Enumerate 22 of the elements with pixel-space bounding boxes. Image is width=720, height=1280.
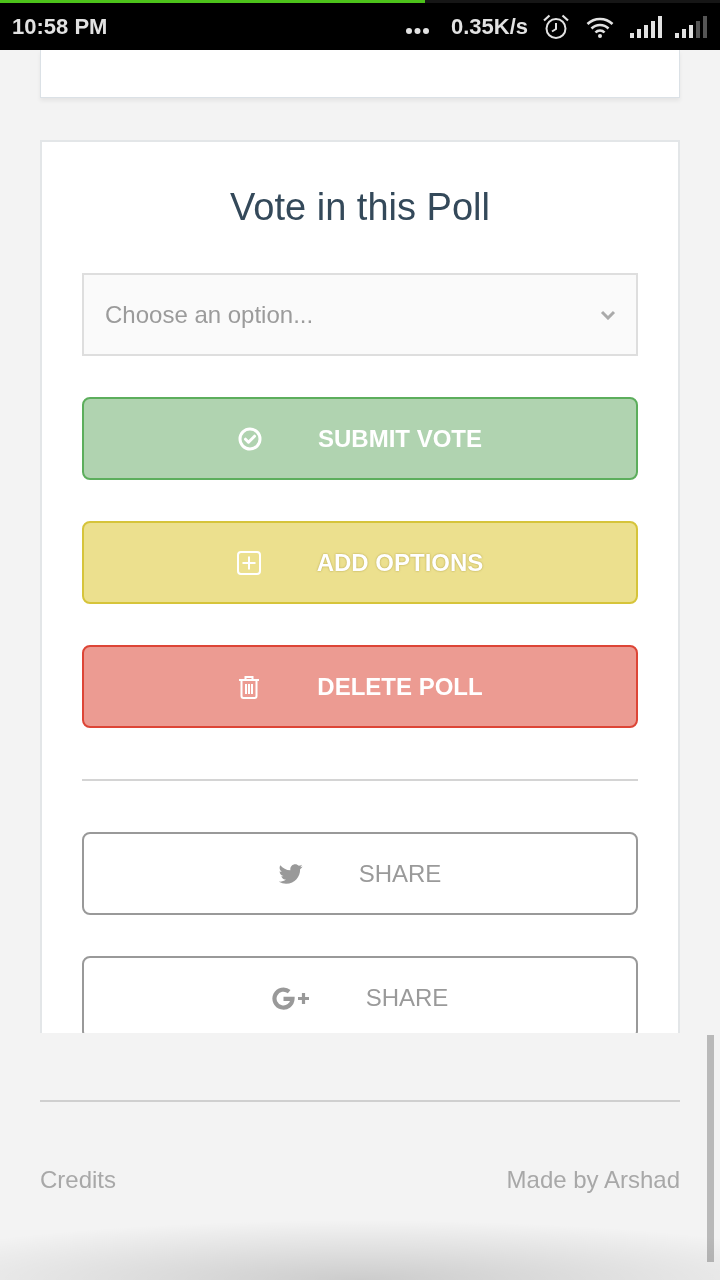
wifi-icon (586, 16, 614, 38)
submit-button[interactable]: SUBMIT VOTE (82, 397, 638, 480)
share-button[interactable]: SHARE (82, 832, 638, 915)
check-circle-icon (238, 426, 262, 451)
poll-title: Vote in this Poll (230, 185, 490, 230)
signal-icon (630, 16, 662, 38)
g-plus-icon (271, 985, 310, 1010)
network-speed: 0.35K/s (450, 14, 528, 40)
trash-icon (237, 674, 262, 699)
status-time: 10:58 PM (12, 14, 108, 40)
add-button[interactable]: ADD OPTIONS (82, 521, 638, 604)
option-select[interactable]: Choose an option... (82, 273, 638, 356)
signal-icon (675, 16, 708, 38)
bird-icon (278, 863, 303, 884)
plus-square-icon (236, 550, 261, 575)
credits-link[interactable]: Credits (40, 1165, 117, 1195)
share-button[interactable]: SHARE (82, 956, 638, 1033)
delete-button[interactable]: DELETE POLL (82, 645, 638, 728)
author-credit: Made by Arshad (506, 1165, 680, 1195)
alarm-clock-icon (543, 14, 569, 40)
more-dots-icon (405, 28, 429, 34)
chevron-down-icon (600, 309, 616, 320)
